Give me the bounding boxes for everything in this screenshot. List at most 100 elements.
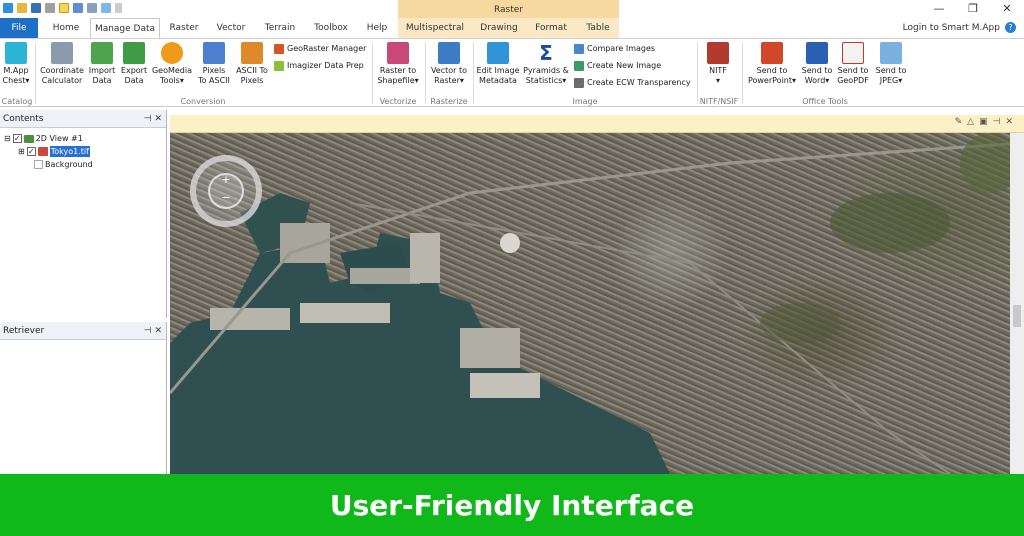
close-button[interactable]: ✕ xyxy=(990,0,1024,18)
ribbon-separator xyxy=(473,42,474,104)
layer-checkbox[interactable]: ✓ xyxy=(26,147,36,156)
pixels-to-ascii-button[interactable]: Pixels To ASCII xyxy=(196,41,232,86)
georaster-manager-button[interactable]: GeoRaster Manager xyxy=(274,42,366,56)
send-to-powerpoint-button[interactable]: Send to PowerPoint▾ xyxy=(745,41,799,86)
tree-item-tokyo1[interactable]: ⊞ ✓ Tokyo1.tif xyxy=(18,146,90,157)
group-label-office-tools: Office Tools xyxy=(802,97,848,106)
banner-text: User-Friendly Interface xyxy=(329,488,695,522)
tab-file[interactable]: File xyxy=(0,18,38,38)
tab-format[interactable]: Format xyxy=(528,18,574,38)
map-navigator[interactable]: + − xyxy=(190,155,262,227)
pier xyxy=(300,303,390,323)
imagizer-icon xyxy=(274,61,284,71)
warning-icon[interactable]: △ xyxy=(967,117,979,127)
powerpoint-icon xyxy=(761,42,783,64)
raster-shapefile-icon xyxy=(387,42,409,64)
tab-home[interactable]: Home xyxy=(44,18,88,38)
save-icon[interactable] xyxy=(31,3,41,13)
ribbon-separator xyxy=(425,42,426,104)
group-label-image: Image xyxy=(572,97,598,106)
pyramids-statistics-button[interactable]: Σ Pyramids & Statistics▾ xyxy=(522,41,570,86)
compare-images-button[interactable]: Compare Images xyxy=(574,42,655,56)
help-icon[interactable]: ? xyxy=(1005,22,1016,33)
layer-checkbox[interactable] xyxy=(34,160,43,169)
tab-raster[interactable]: Raster xyxy=(164,18,204,38)
send-to-word-button[interactable]: Send to Word▾ xyxy=(801,41,833,86)
coordinate-calculator-button[interactable]: Coordinate Calculator xyxy=(38,41,86,86)
zoom-in-button[interactable]: + xyxy=(220,174,232,186)
login-link[interactable]: Login to Smart M.App xyxy=(903,18,1000,38)
tree-item-2d-view[interactable]: ⊟ ✓ 2D View #1 xyxy=(4,133,83,144)
pier xyxy=(410,233,440,283)
tree-item-background[interactable]: Background xyxy=(34,159,93,170)
tab-table[interactable]: Table xyxy=(578,18,618,38)
map-view-header: ✎△▣⊣✕ xyxy=(170,115,1024,133)
satellite-image xyxy=(170,133,1024,474)
tab-toolbox[interactable]: Toolbox xyxy=(308,18,354,38)
ecw-icon xyxy=(574,78,584,88)
pier xyxy=(350,268,420,284)
raster-layer-icon xyxy=(37,147,48,156)
caption-banner: User-Friendly Interface xyxy=(0,474,1024,536)
tab-vector[interactable]: Vector xyxy=(210,18,252,38)
zoom-out-button[interactable]: − xyxy=(220,192,232,204)
layer-checkbox[interactable]: ✓ xyxy=(12,134,22,143)
map-view-icon xyxy=(23,134,34,143)
ribbon-separator xyxy=(742,42,743,104)
customize-toolbar-icon[interactable] xyxy=(115,3,122,13)
tab-terrain[interactable]: Terrain xyxy=(258,18,302,38)
pan-tool-icon[interactable] xyxy=(87,3,97,13)
vector-to-raster-button[interactable]: Vector to Raster▾ xyxy=(428,41,470,86)
minimize-button[interactable]: — xyxy=(922,0,956,18)
map-canvas[interactable]: + − xyxy=(170,133,1024,474)
app-window: Raster — ❐ ✕ File Home Manage Data Raste… xyxy=(0,0,1024,536)
tab-help[interactable]: Help xyxy=(360,18,394,38)
pencil-icon[interactable]: ✎ xyxy=(955,117,968,127)
open-folder-icon[interactable] xyxy=(17,3,27,13)
measure-tool-icon[interactable] xyxy=(101,3,111,13)
create-new-image-button[interactable]: Create New Image xyxy=(574,59,661,73)
close-icon[interactable]: ✕ xyxy=(1005,117,1018,127)
group-label-vectorize: Vectorize xyxy=(379,97,417,106)
restore-button[interactable]: ❐ xyxy=(956,0,990,18)
ribbon: M.App Chest▾ Catalog Coordinate Calculat… xyxy=(0,38,1024,107)
import-data-button[interactable]: Import Data xyxy=(87,41,117,86)
ascii-to-pixels-button[interactable]: ASCII To Pixels xyxy=(234,41,270,86)
park xyxy=(830,193,950,253)
pier xyxy=(460,328,520,368)
ribbon-separator xyxy=(697,42,698,104)
pin-icon[interactable]: ⊣ xyxy=(993,117,1006,127)
metadata-icon xyxy=(487,42,509,64)
export-data-button[interactable]: Export Data xyxy=(119,41,149,86)
send-to-jpeg-button[interactable]: Send to JPEG▾ xyxy=(874,41,908,86)
scrollbar-thumb[interactable] xyxy=(1013,305,1021,327)
tab-multispectral[interactable]: Multispectral xyxy=(400,18,470,38)
tab-manage-data[interactable]: Manage Data xyxy=(90,18,160,39)
mapp-chest-button[interactable]: M.App Chest▾ xyxy=(0,41,32,86)
contents-pane-header: Contents ⊣ ✕ xyxy=(0,110,166,128)
expand-icon[interactable]: ⊞ xyxy=(18,146,25,157)
map-view-controls[interactable]: ✎△▣⊣✕ xyxy=(955,117,1018,127)
ribbon-separator xyxy=(35,42,36,104)
tab-drawing[interactable]: Drawing xyxy=(474,18,524,38)
edit-image-metadata-button[interactable]: Edit Image Metadata xyxy=(476,41,520,86)
calculator-icon xyxy=(51,42,73,64)
paint-tool-icon[interactable] xyxy=(73,3,83,13)
word-icon xyxy=(806,42,828,64)
collapse-icon[interactable]: ⊟ xyxy=(4,133,11,144)
pane-pin-close-controls[interactable]: ⊣ ✕ xyxy=(144,322,162,340)
geomedia-tools-button[interactable]: GeoMedia Tools▾ xyxy=(151,41,193,86)
contents-pane-title: Contents xyxy=(3,114,44,124)
pier xyxy=(210,308,290,330)
raster-to-shapefile-button[interactable]: Raster to Shapefile▾ xyxy=(375,41,421,86)
send-to-geopdf-button[interactable]: Send to GeoPDF xyxy=(835,41,871,86)
imagizer-data-prep-button[interactable]: Imagizer Data Prep xyxy=(274,59,364,73)
nitf-button[interactable]: NITF ▾ xyxy=(700,41,736,86)
create-ecw-transparency-button[interactable]: Create ECW Transparency xyxy=(574,76,691,90)
map-vertical-scrollbar[interactable] xyxy=(1010,133,1024,474)
pane-pin-close-controls[interactable]: ⊣ ✕ xyxy=(144,110,162,128)
group-label-conversion: Conversion xyxy=(180,97,226,106)
lock-icon[interactable]: ▣ xyxy=(979,117,993,127)
undo-icon[interactable] xyxy=(45,3,55,13)
select-tool-icon[interactable] xyxy=(59,3,69,13)
